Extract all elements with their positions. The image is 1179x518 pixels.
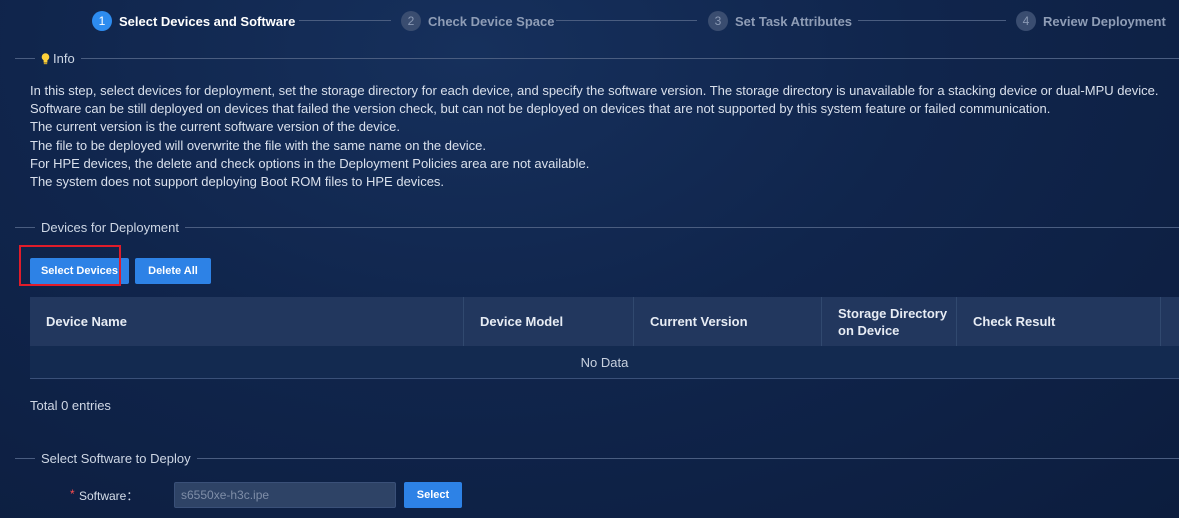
delete-all-button[interactable]: Delete All	[135, 258, 211, 284]
lightbulb-icon	[41, 52, 50, 64]
divider	[15, 457, 35, 459]
step-check-space[interactable]: 2 Check Device Space	[401, 10, 554, 32]
devices-title: Devices for Deployment	[41, 219, 179, 235]
column-header-device-model[interactable]: Device Model	[464, 297, 634, 346]
step-number: 2	[401, 11, 421, 31]
info-text: In this step, select devices for deploym…	[30, 82, 1170, 191]
info-line: For HPE devices, the delete and check op…	[30, 155, 590, 171]
software-label: Software：	[79, 489, 139, 503]
software-form-row: * Software： Select	[0, 482, 600, 508]
step-number: 3	[708, 11, 728, 31]
wizard-stepper: 1 Select Devices and Software 2 Check De…	[0, 8, 1179, 32]
select-software-button[interactable]: Select	[404, 482, 462, 508]
step-select-devices[interactable]: 1 Select Devices and Software	[92, 10, 295, 32]
step-label: Set Task Attributes	[735, 13, 853, 29]
info-line: The file to be deployed will overwrite t…	[30, 137, 486, 153]
step-connector	[556, 20, 697, 21]
software-section-header: Select Software to Deploy	[15, 449, 1179, 467]
step-label: Review Deployment	[1043, 13, 1166, 29]
info-line: In this step, select devices for deploym…	[30, 83, 1159, 98]
software-input[interactable]	[174, 482, 396, 508]
total-entries: Total 0 entries	[30, 398, 111, 413]
table-header: Device Name Device Model Current Version…	[30, 297, 1179, 346]
info-line: The current version is the current softw…	[30, 119, 400, 135]
devices-section-header: Devices for Deployment	[15, 218, 1179, 236]
column-header-device-name[interactable]: Device Name	[30, 297, 464, 346]
column-header-check-result[interactable]: Check Result	[957, 297, 1161, 346]
divider	[185, 226, 1179, 228]
step-number: 4	[1016, 11, 1036, 31]
step-review[interactable]: 4 Review Deployment	[1016, 10, 1166, 32]
step-connector	[299, 20, 391, 21]
step-label: Select Devices and Software	[119, 13, 296, 29]
column-header-current-version[interactable]: Current Version	[634, 297, 822, 346]
required-mark: *	[70, 487, 75, 501]
info-line: Software can be still deployed on device…	[30, 101, 1051, 117]
column-header-storage-directory[interactable]: Storage Directory on Device	[822, 297, 957, 346]
column-header-extra	[1161, 297, 1179, 346]
table-empty-row: No Data	[30, 346, 1179, 379]
info-section-header: Info	[15, 49, 1179, 67]
step-number: 1	[92, 11, 112, 31]
software-title: Select Software to Deploy	[41, 450, 191, 466]
info-line: The system does not support deploying Bo…	[30, 174, 445, 190]
divider	[196, 457, 1179, 459]
highlight-box	[19, 245, 121, 286]
divider	[15, 57, 35, 59]
info-title: Info	[53, 50, 75, 66]
devices-table: Device Name Device Model Current Version…	[30, 297, 1179, 379]
step-label: Check Device Space	[428, 13, 555, 29]
step-task-attributes[interactable]: 3 Set Task Attributes	[708, 10, 852, 32]
divider	[80, 57, 1179, 59]
divider	[15, 226, 35, 228]
step-connector	[858, 20, 1006, 21]
